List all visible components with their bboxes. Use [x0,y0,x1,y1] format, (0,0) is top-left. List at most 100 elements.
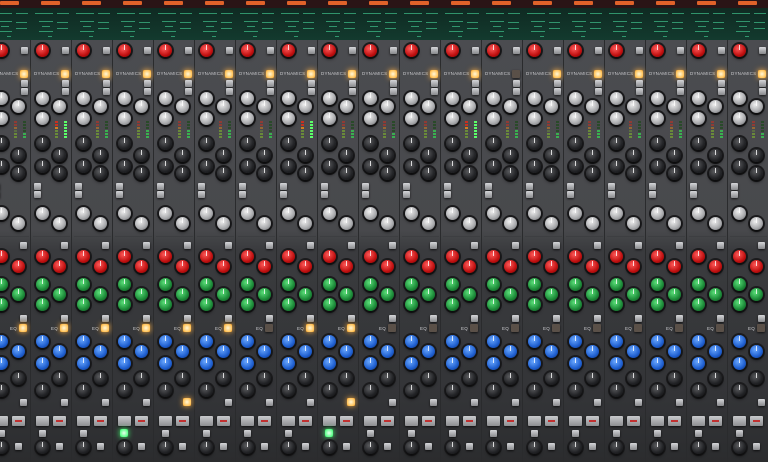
ratio-knob[interactable] [421,99,435,113]
gate-button[interactable] [115,182,123,190]
pan-knob[interactable] [199,440,213,454]
dynamics-in-led[interactable] [594,70,602,78]
threshold-knob[interactable] [322,91,336,105]
hpf-button[interactable] [443,190,451,198]
mute-button[interactable] [281,416,295,426]
monitor-button[interactable] [752,442,760,450]
lmf-q-knob[interactable] [445,356,459,370]
monitor-button[interactable] [465,442,473,450]
gate-release-knob[interactable] [257,166,271,180]
lf-freq-knob[interactable] [445,383,459,397]
phase-button[interactable] [225,46,233,54]
insert-button[interactable] [593,398,601,406]
dynamics-in-led[interactable] [676,70,684,78]
select-button[interactable] [407,429,415,437]
gate-hold-knob[interactable] [404,159,418,173]
insert-button[interactable] [142,398,150,406]
ratio-knob[interactable] [216,99,230,113]
hpf-freq-knob[interactable] [281,206,295,220]
phase-button[interactable] [471,46,479,54]
insert-button[interactable] [552,398,560,406]
hf-freq-knob[interactable] [339,259,353,273]
hmf-q-knob[interactable] [0,297,8,311]
hmf-gain-knob[interactable] [609,277,623,291]
gate-hold-knob[interactable] [76,159,90,173]
hpf-freq-knob[interactable] [732,206,746,220]
gate-range-knob[interactable] [544,148,558,162]
gate-release-knob[interactable] [585,166,599,180]
hmf-q-knob[interactable] [281,297,295,311]
gate-release-knob[interactable] [544,166,558,180]
release-knob[interactable] [568,111,582,125]
eq-type-button[interactable] [101,241,109,249]
lmf-q-knob[interactable] [76,356,90,370]
gate-button[interactable] [156,182,164,190]
threshold-knob[interactable] [527,91,541,105]
lmf-gain-knob[interactable] [199,334,213,348]
mute-button[interactable] [527,416,541,426]
gate-hold-knob[interactable] [445,159,459,173]
phase-button[interactable] [717,46,725,54]
eq-split-button[interactable] [593,314,601,322]
eq-split-button[interactable] [634,314,642,322]
eq-type-button[interactable] [306,241,314,249]
pan-knob[interactable] [527,440,541,454]
hmf-freq-knob[interactable] [257,287,271,301]
hmf-freq-knob[interactable] [52,287,66,301]
lpf-freq-knob[interactable] [708,216,722,230]
lpf-freq-knob[interactable] [667,216,681,230]
dyn-link-button[interactable] [348,87,356,95]
threshold-knob[interactable] [0,91,8,105]
ratio-knob[interactable] [626,99,640,113]
lf-gain-knob[interactable] [216,371,230,385]
hf-gain-knob[interactable] [199,249,213,263]
phase-button[interactable] [266,46,274,54]
solo-button[interactable] [257,416,271,426]
release-knob[interactable] [281,111,295,125]
dynamics-in-led[interactable] [389,70,397,78]
dyn-key-button[interactable] [676,79,684,87]
lmf-q-knob[interactable] [732,356,746,370]
insert-button[interactable] [224,398,232,406]
eq-type-button[interactable] [716,241,724,249]
hf-gain-knob[interactable] [609,249,623,263]
lmf-q-knob[interactable] [158,356,172,370]
hpf-button[interactable] [648,190,656,198]
lmf-gain-knob[interactable] [527,334,541,348]
ratio-knob[interactable] [708,99,722,113]
select-button[interactable] [694,429,702,437]
hpf-button[interactable] [525,190,533,198]
dynamics-in-led[interactable] [430,70,438,78]
dyn-key-button[interactable] [266,79,274,87]
hmf-gain-knob[interactable] [199,277,213,291]
lf-freq-knob[interactable] [158,383,172,397]
gate-range-knob[interactable] [585,148,599,162]
select-button[interactable] [735,429,743,437]
eq-in-led[interactable] [388,324,396,332]
release-knob[interactable] [650,111,664,125]
gate-threshold-knob[interactable] [158,136,172,150]
gate-threshold-knob[interactable] [568,136,582,150]
dyn-link-button[interactable] [553,87,561,95]
hpf-button[interactable] [115,190,123,198]
dynamics-in-led[interactable] [307,70,315,78]
insert-button[interactable] [716,398,724,406]
gate-button[interactable] [730,182,738,190]
solo-button[interactable] [93,416,107,426]
eq-split-button[interactable] [101,314,109,322]
lpf-freq-knob[interactable] [380,216,394,230]
lmf-q-knob[interactable] [363,356,377,370]
eq-type-button[interactable] [224,241,232,249]
ratio-knob[interactable] [462,99,476,113]
dynamics-in-led[interactable] [20,70,28,78]
dyn-key-button[interactable] [184,79,192,87]
mute-button[interactable] [363,416,377,426]
lmf-freq-knob[interactable] [421,344,435,358]
lmf-freq-knob[interactable] [298,344,312,358]
threshold-knob[interactable] [363,91,377,105]
hf-freq-knob[interactable] [257,259,271,273]
gate-range-knob[interactable] [749,148,763,162]
hpf-freq-knob[interactable] [527,206,541,220]
lf-gain-knob[interactable] [175,371,189,385]
phase-button[interactable] [676,46,684,54]
